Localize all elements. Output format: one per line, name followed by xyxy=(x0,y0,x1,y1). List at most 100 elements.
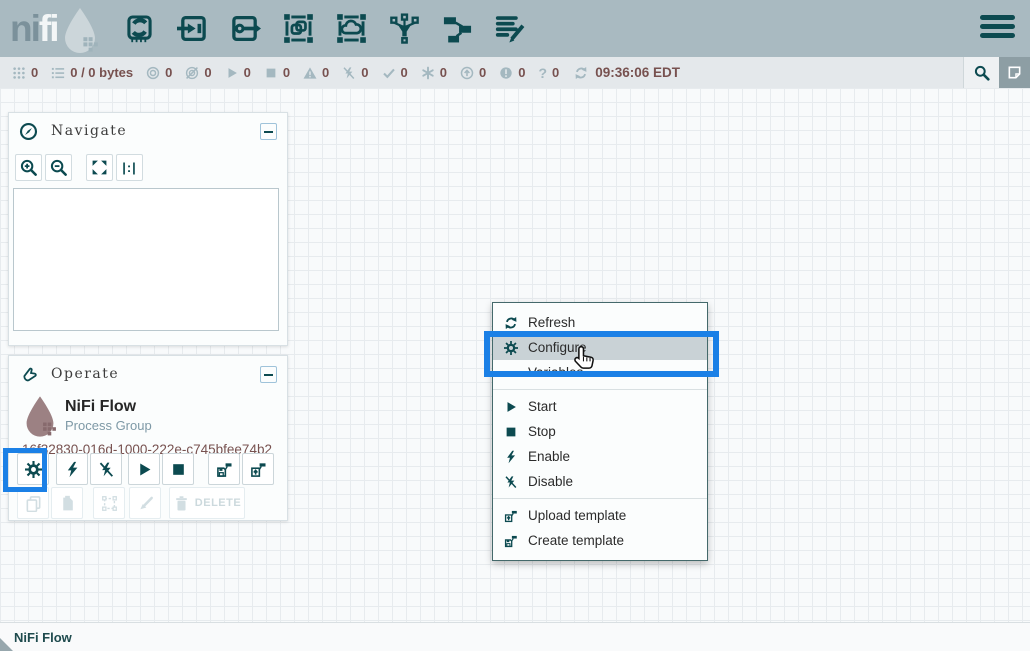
menu-item-refresh[interactable]: Refresh xyxy=(493,310,707,335)
nifi-drop-icon xyxy=(60,8,100,54)
play-icon xyxy=(225,66,239,80)
menu-item-configure[interactable]: Configure xyxy=(493,335,707,360)
status-invalid: 0 xyxy=(303,65,329,80)
zoom-in-button[interactable] xyxy=(15,154,42,181)
grid-icon xyxy=(12,66,26,80)
status-running: 0 xyxy=(225,65,251,80)
delete-label: DELETE xyxy=(195,497,241,509)
menu-item-variables[interactable]: Variables xyxy=(493,360,707,385)
app-header: nifi xyxy=(0,0,1030,57)
status-active-threads: 0 xyxy=(12,65,38,80)
component-toolbar xyxy=(122,9,529,49)
menu-item-upload-template[interactable]: Upload template xyxy=(493,503,707,528)
create-template-button[interactable] xyxy=(208,453,240,485)
status-bar: 0 0 / 0 bytes 0 0 0 0 0 0 0 0 0 0 ?0 09:… xyxy=(0,57,1030,88)
list-icon xyxy=(51,66,65,80)
bolt-slash-icon xyxy=(342,66,356,80)
navigate-header: Navigate xyxy=(9,113,287,149)
stop-icon xyxy=(504,425,518,439)
asterisk-icon xyxy=(421,66,435,80)
bolt-slash-icon xyxy=(504,475,518,489)
enable-button[interactable] xyxy=(56,453,88,485)
bolt-slash-icon xyxy=(98,461,115,478)
output-port-icon[interactable] xyxy=(228,9,264,49)
upload-template-button[interactable] xyxy=(242,453,274,485)
refresh-status[interactable]: 09:36:06 EDT xyxy=(574,65,680,80)
selected-flow-name: NiFi Flow xyxy=(65,398,136,416)
arrow-up-circle-icon xyxy=(460,66,474,80)
processor-icon[interactable] xyxy=(122,9,158,49)
delete-button: DELETE xyxy=(169,487,245,519)
breadcrumb-nifi-flow[interactable]: NiFi Flow xyxy=(14,630,72,645)
zoom-out-icon xyxy=(50,159,67,176)
play-icon xyxy=(136,461,153,478)
global-menu-icon[interactable] xyxy=(980,15,1015,38)
process-group-icon[interactable] xyxy=(281,9,317,49)
funnel-icon[interactable] xyxy=(387,9,423,49)
status-transmitting: 0 xyxy=(146,65,172,80)
status-disabled: 0 xyxy=(342,65,368,80)
navigate-toolbar: |:| xyxy=(15,154,146,181)
start-button[interactable] xyxy=(128,453,160,485)
zoom-out-button[interactable] xyxy=(45,154,72,181)
refresh-icon xyxy=(504,316,518,330)
one-to-one-icon: |:| xyxy=(122,160,137,175)
resize-grip-icon[interactable] xyxy=(0,638,13,651)
status-not-transmitting: 0 xyxy=(185,65,211,80)
label-icon[interactable] xyxy=(493,9,529,49)
menu-divider xyxy=(493,498,707,499)
template-icon[interactable] xyxy=(440,9,476,49)
zoom-fit-button[interactable] xyxy=(86,154,113,181)
disable-button[interactable] xyxy=(90,453,122,485)
template-upload-icon xyxy=(250,461,267,478)
status-locally-modified: 0 xyxy=(421,65,447,80)
stop-icon xyxy=(264,66,278,80)
template-create-icon xyxy=(216,461,233,478)
process-group-drop-icon xyxy=(23,396,57,438)
check-icon xyxy=(382,66,396,80)
status-queued: 0 / 0 bytes xyxy=(51,65,133,80)
status-stale: 0 xyxy=(460,65,486,80)
zoom-actual-size-button[interactable]: |:| xyxy=(116,154,143,181)
status-sync-failure: ?0 xyxy=(538,65,559,81)
operate-header: Operate xyxy=(9,356,287,392)
logo-fi: fi xyxy=(39,8,58,49)
status-up-to-date: 0 xyxy=(382,65,408,80)
input-port-icon[interactable] xyxy=(175,9,211,49)
gear-icon xyxy=(504,341,518,355)
search-icon xyxy=(974,65,990,81)
brush-icon xyxy=(137,495,154,512)
menu-item-start[interactable]: Start xyxy=(493,394,707,419)
bulletin-board-button[interactable] xyxy=(999,57,1030,88)
operate-collapse-button[interactable] xyxy=(260,366,277,383)
navigate-title: Navigate xyxy=(51,123,127,139)
menu-item-stop[interactable]: Stop xyxy=(493,419,707,444)
note-icon xyxy=(1007,65,1022,80)
fit-icon xyxy=(91,159,108,176)
refresh-icon xyxy=(574,66,588,80)
menu-divider xyxy=(493,389,707,390)
stop-button[interactable] xyxy=(162,453,194,485)
copy-button xyxy=(17,487,49,519)
color-button xyxy=(129,487,161,519)
remote-process-group-icon[interactable] xyxy=(334,9,370,49)
exclamation-circle-icon xyxy=(499,66,513,80)
stop-icon xyxy=(170,461,187,478)
breadcrumb-bar: NiFi Flow xyxy=(0,622,1030,651)
search-button[interactable] xyxy=(963,57,999,88)
status-modified-stale: 0 xyxy=(499,65,525,80)
copy-icon xyxy=(25,495,42,512)
flow-canvas[interactable]: Navigate |:| Operate NiFi xyxy=(0,88,1030,622)
birdseye-view[interactable] xyxy=(13,188,279,331)
configuration-button[interactable] xyxy=(17,453,49,485)
nifi-window: nifi 0 0 / 0 bytes 0 0 0 0 0 0 0 0 0 xyxy=(0,0,1030,651)
logo-ni: ni xyxy=(10,8,39,49)
bolt-icon xyxy=(504,450,518,464)
menu-item-enable[interactable]: Enable xyxy=(493,444,707,469)
menu-item-create-template[interactable]: Create template xyxy=(493,528,707,553)
menu-item-disable[interactable]: Disable xyxy=(493,469,707,494)
navigate-collapse-button[interactable] xyxy=(260,123,277,140)
group-button xyxy=(93,487,125,519)
gear-icon xyxy=(25,461,42,478)
trash-icon xyxy=(173,495,190,512)
